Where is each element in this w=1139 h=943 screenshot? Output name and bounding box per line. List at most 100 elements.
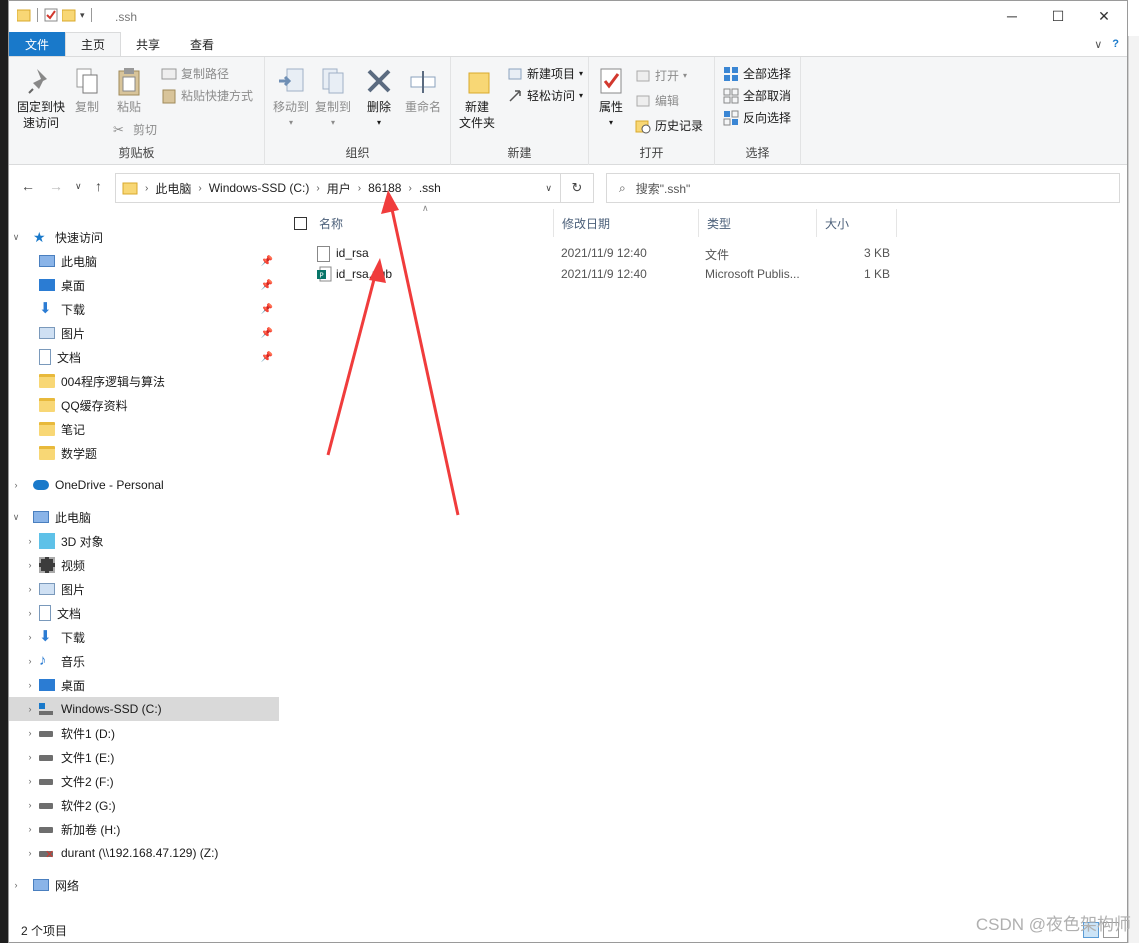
tab-home[interactable]: 主页 xyxy=(65,32,122,56)
column-header-name[interactable]: 名称 xyxy=(284,209,554,237)
select-all-checkbox[interactable] xyxy=(294,216,307,230)
expand-chevron-icon[interactable]: › xyxy=(23,584,37,594)
pin-icon[interactable]: 📌 xyxy=(261,328,273,339)
nav-quick-pictures[interactable]: 图片 📌 xyxy=(9,321,279,345)
breadcrumb-ssh[interactable]: .ssh xyxy=(415,181,445,195)
address-dropdown-icon[interactable]: ∨ xyxy=(545,183,552,194)
nav-quick-folder[interactable]: 数学题 xyxy=(9,441,279,465)
forward-arrow-icon[interactable]: → xyxy=(49,178,63,194)
pin-icon[interactable]: 📌 xyxy=(261,304,273,315)
breadcrumb-this-pc[interactable]: 此电脑 xyxy=(151,180,195,197)
nav-pc-desktop[interactable]: › 桌面 xyxy=(9,673,279,697)
paste-shortcut-button[interactable]: 粘贴快捷方式 xyxy=(161,87,253,104)
nav-pc-g-drive[interactable]: › 软件2 (G:) xyxy=(9,793,279,817)
expand-chevron-icon[interactable]: › xyxy=(9,880,23,890)
nav-quick-folder[interactable]: 笔记 xyxy=(9,417,279,441)
nav-pc-network-drive[interactable]: › ✕ durant (\\192.168.47.129) (Z:) xyxy=(9,841,279,865)
expand-chevron-icon[interactable]: › xyxy=(23,608,37,618)
copy-to-button[interactable]: 复制到 ▾ xyxy=(313,65,353,131)
breadcrumb-separator[interactable]: › xyxy=(355,183,364,194)
nav-pc-3d-objects[interactable]: › 3D 对象 xyxy=(9,529,279,553)
new-folder-icon[interactable] xyxy=(62,8,76,22)
column-header-size[interactable]: 大小 xyxy=(817,209,897,237)
tab-file[interactable]: 文件 xyxy=(9,32,66,56)
recent-locations-icon[interactable]: ∨ xyxy=(75,181,82,192)
copy-path-button[interactable]: 复制路径 xyxy=(161,65,229,82)
pin-icon[interactable]: 📌 xyxy=(261,352,273,363)
tab-view[interactable]: 查看 xyxy=(175,33,229,56)
customize-qat-icon[interactable]: ▾ xyxy=(80,10,85,21)
history-button[interactable]: 历史记录 xyxy=(635,117,703,134)
breadcrumb-separator[interactable]: › xyxy=(313,183,322,194)
nav-this-pc[interactable]: ∨ 此电脑 xyxy=(9,505,279,529)
expand-chevron-icon[interactable]: › xyxy=(23,824,37,834)
close-button[interactable]: ✕ xyxy=(1081,1,1127,31)
nav-quick-access[interactable]: ∨ ★ 快速访问 xyxy=(9,225,279,249)
breadcrumb-c-drive[interactable]: Windows-SSD (C:) xyxy=(205,181,314,195)
breadcrumb-separator[interactable]: › xyxy=(405,183,414,194)
pin-icon[interactable]: 📌 xyxy=(261,256,273,267)
cut-button[interactable]: ✂ 剪切 xyxy=(113,121,157,138)
nav-onedrive[interactable]: › OneDrive - Personal xyxy=(9,473,279,497)
open-button[interactable]: 打开 ▾ xyxy=(635,67,687,84)
nav-pc-downloads[interactable]: › ⬇ 下载 xyxy=(9,625,279,649)
tab-share[interactable]: 共享 xyxy=(121,33,175,56)
expand-chevron-icon[interactable]: › xyxy=(23,632,37,642)
expand-chevron-icon[interactable]: › xyxy=(23,680,37,690)
refresh-button[interactable]: ↻ xyxy=(560,173,594,203)
breadcrumb-separator[interactable]: › xyxy=(195,183,204,194)
expand-chevron-icon[interactable]: › xyxy=(23,656,37,666)
expand-chevron-icon[interactable]: › xyxy=(23,848,37,858)
breadcrumb-users[interactable]: 用户 xyxy=(323,180,355,197)
edit-button[interactable]: 编辑 xyxy=(635,92,679,109)
nav-quick-desktop[interactable]: 桌面 📌 xyxy=(9,273,279,297)
nav-pc-pictures[interactable]: › 图片 xyxy=(9,577,279,601)
minimize-button[interactable]: ─ xyxy=(989,1,1035,31)
delete-button[interactable]: 删除 ▾ xyxy=(363,65,395,131)
nav-quick-this-pc[interactable]: 此电脑 📌 xyxy=(9,249,279,273)
nav-pc-videos[interactable]: › 视频 xyxy=(9,553,279,577)
column-header-modified[interactable]: 修改日期 xyxy=(554,209,699,237)
pin-quick-access-button[interactable]: 固定到快速访问 xyxy=(15,65,67,131)
rename-button[interactable]: 重命名 xyxy=(403,65,443,115)
breadcrumb-user-86188[interactable]: 86188 xyxy=(364,181,405,195)
maximize-button[interactable]: ☐ xyxy=(1035,1,1081,31)
nav-pc-f-drive[interactable]: › 文件2 (F:) xyxy=(9,769,279,793)
address-bar[interactable]: › 此电脑 › Windows-SSD (C:) › 用户 › 86188 › … xyxy=(115,173,561,203)
expand-chevron-icon[interactable]: › xyxy=(9,480,23,490)
properties-button[interactable]: 属性 ▾ xyxy=(593,65,629,131)
nav-pc-d-drive[interactable]: › 软件1 (D:) xyxy=(9,721,279,745)
nav-quick-folder[interactable]: QQ缓存资料 xyxy=(9,393,279,417)
expand-chevron-icon[interactable]: › xyxy=(23,728,37,738)
expand-chevron-icon[interactable]: › xyxy=(23,560,37,570)
nav-pc-c-drive[interactable]: › Windows-SSD (C:) xyxy=(9,697,279,721)
nav-network[interactable]: › 网络 xyxy=(9,873,279,897)
select-all-button[interactable]: 全部选择 xyxy=(723,65,791,82)
paste-button[interactable]: 粘贴 xyxy=(113,65,145,115)
properties-check-icon[interactable] xyxy=(44,8,58,22)
column-header-type[interactable]: 类型 xyxy=(699,209,817,237)
search-input[interactable]: ⌕ 搜索".ssh" xyxy=(606,173,1120,203)
nav-pc-h-drive[interactable]: › 新加卷 (H:) xyxy=(9,817,279,841)
expand-chevron-icon[interactable]: › xyxy=(23,776,37,786)
nav-quick-downloads[interactable]: ⬇ 下载 📌 xyxy=(9,297,279,321)
easy-access-button[interactable]: 轻松访问 ▾ xyxy=(507,87,583,104)
expand-chevron-icon[interactable]: › xyxy=(23,536,37,546)
nav-pc-music[interactable]: › ♪ 音乐 xyxy=(9,649,279,673)
file-row[interactable]: id_rsa 2021/11/9 12:40 文件 3 KB xyxy=(284,243,904,264)
invert-selection-button[interactable]: 反向选择 xyxy=(723,109,791,126)
pin-icon[interactable]: 📌 xyxy=(261,280,273,291)
nav-quick-folder[interactable]: 004程序逻辑与算法 xyxy=(9,369,279,393)
help-icon[interactable]: ? xyxy=(1112,38,1119,51)
back-arrow-icon[interactable]: ← xyxy=(21,178,35,194)
up-arrow-icon[interactable]: ↑ xyxy=(95,178,102,194)
copy-button[interactable]: 复制 xyxy=(71,65,103,115)
nav-pc-e-drive[interactable]: › 文件1 (E:) xyxy=(9,745,279,769)
new-folder-button[interactable]: 新建 文件夹 xyxy=(455,65,499,131)
move-to-button[interactable]: 移动到 ▾ xyxy=(271,65,311,131)
expand-chevron-icon[interactable]: › xyxy=(23,800,37,810)
ribbon-collapse-icon[interactable]: ∨ xyxy=(1094,38,1102,51)
nav-pc-documents[interactable]: › 文档 xyxy=(9,601,279,625)
nav-quick-documents[interactable]: 文档 📌 xyxy=(9,345,279,369)
new-item-button[interactable]: 新建项目 ▾ xyxy=(507,65,583,82)
